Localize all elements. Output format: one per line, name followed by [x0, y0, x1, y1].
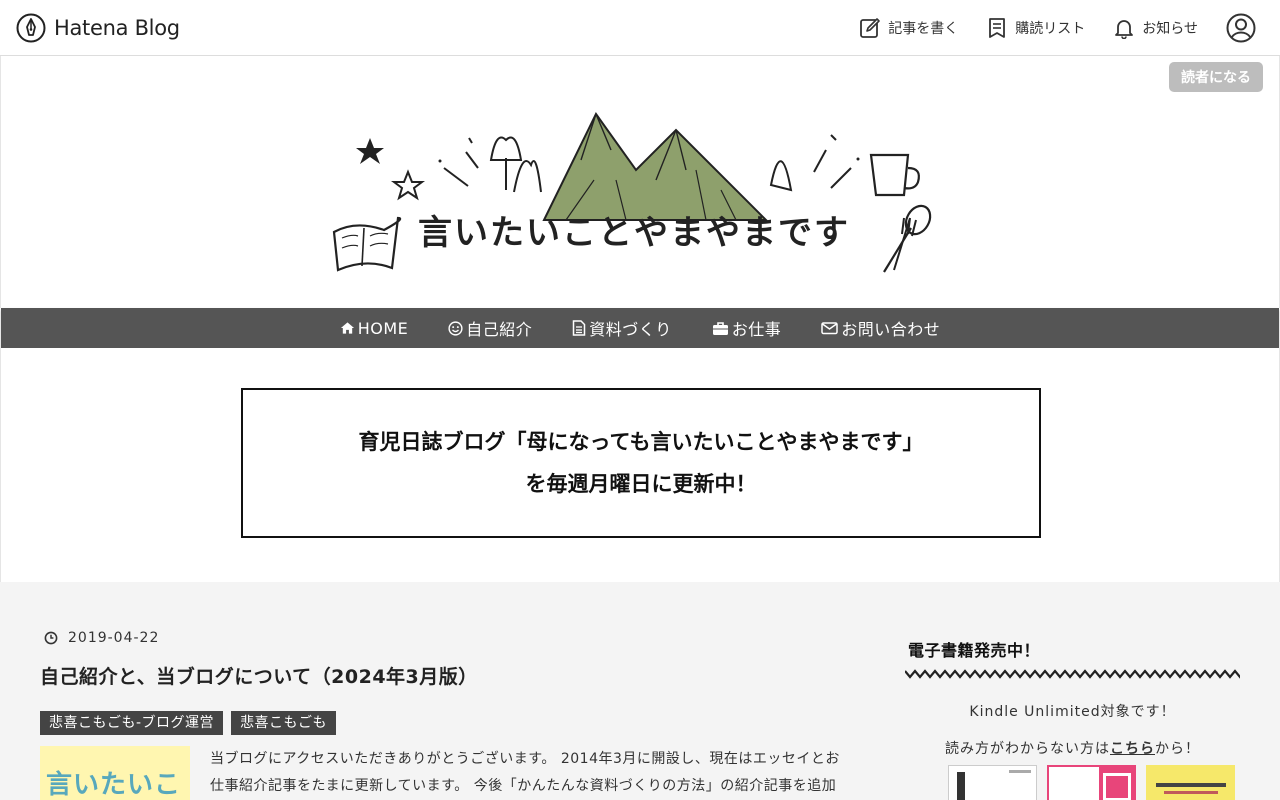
reading-list-icon — [989, 18, 1006, 38]
mug-icon — [869, 153, 910, 197]
clock-icon — [44, 631, 58, 645]
nav-contact-label: お問い合わせ — [841, 320, 941, 339]
nav-contact[interactable]: お問い合わせ — [821, 316, 940, 340]
book-cover-3[interactable] — [1146, 765, 1235, 800]
notice-box: 育児日誌ブログ「母になっても言いたいことやまやまです」 を毎週月曜日に更新中！ — [241, 388, 1041, 538]
briefcase-icon — [712, 321, 728, 335]
sidebar-title: 電子書籍発売中！ — [908, 641, 1041, 660]
how-to-read-prefix: 読み方がわからない方は — [945, 741, 1110, 757]
nav-work-label: お仕事 — [731, 320, 782, 339]
book-icon — [332, 216, 402, 272]
sidebar: 電子書籍発売中！ Kindle Unlimited対象です！ 読み方がわからない… — [905, 637, 1240, 800]
how-to-read-suffix: から！ — [1155, 741, 1200, 757]
post-title[interactable]: 自己紹介と、当ブログについて（2024年3月版） — [40, 662, 478, 689]
post-date-text: 2019-04-22 — [68, 630, 160, 646]
how-to-read-text: 読み方がわからない方はこちらから！ — [905, 738, 1240, 758]
smile-icon — [448, 320, 463, 336]
main-nav: HOME 自己紹介 資料づくり お仕事 お問い合わせ — [1, 308, 1279, 348]
book-cover-1[interactable] — [948, 765, 1037, 800]
category-tag[interactable]: 悲喜こもごも-ブログ運営 — [40, 711, 224, 735]
bell-icon — [1115, 20, 1134, 39]
nav-about-label: 自己紹介 — [466, 320, 533, 339]
post-excerpt: 当ブログにアクセスいただきありがとうございます。 2014年3月に開設し、現在は… — [210, 751, 840, 794]
book-cover-2[interactable] — [1047, 765, 1136, 800]
write-article-link[interactable]: 記事を書く — [859, 17, 958, 39]
book-list — [948, 765, 1245, 800]
star-icon — [356, 138, 384, 164]
notice-section: 育児日誌ブログ「母になっても言いたいことやまやまです」 を毎週月曜日に更新中！ — [0, 348, 1280, 582]
how-to-read-link[interactable]: こちら — [1110, 741, 1155, 757]
reading-list-label: 購読リスト — [1015, 21, 1086, 37]
reading-list-link[interactable]: 購読リスト — [986, 17, 1085, 39]
brand-name: Hatena Blog — [54, 16, 180, 40]
blog-logo-illustration[interactable]: 言いたいことやまやまです — [326, 110, 941, 334]
notice-line-2: を毎週月曜日に更新中！ — [525, 472, 757, 496]
hatena-pen-logo-icon — [16, 13, 46, 43]
post-thumbnail[interactable]: 言いたいこと — [40, 746, 190, 800]
nav-documents[interactable]: 資料づくり — [572, 316, 672, 340]
zigzag-divider — [905, 669, 1240, 679]
home-icon — [340, 322, 354, 334]
nav-about[interactable]: 自己紹介 — [448, 316, 532, 340]
subscribe-button[interactable]: 読者になる — [1169, 62, 1263, 92]
nav-home[interactable]: HOME — [340, 319, 409, 338]
notifications-link[interactable]: お知らせ — [1113, 17, 1198, 39]
star-outline-icon — [391, 169, 425, 201]
category-tag[interactable]: 悲喜こもごも — [231, 711, 337, 735]
nav-work[interactable]: お仕事 — [712, 316, 782, 340]
notice-line-1: 育児日誌ブログ「母になっても言いたいことやまやまです」 — [358, 430, 924, 454]
document-icon — [573, 320, 586, 336]
spoon-icon — [883, 227, 912, 273]
logo-text: 言いたいことやまやまです — [418, 213, 850, 253]
nav-documents-label: 資料づくり — [589, 320, 672, 339]
hatena-blog-brand[interactable]: Hatena Blog — [16, 13, 180, 43]
edit-icon — [860, 18, 881, 38]
thumbnail-text: 言いたいこと — [46, 770, 182, 800]
write-article-label: 記事を書く — [888, 21, 959, 37]
mail-icon — [821, 322, 839, 335]
top-bar: Hatena Blog 記事を書く 購読リスト お知らせ — [0, 0, 1280, 56]
top-nav: 記事を書く 購読リスト お知らせ — [859, 0, 1280, 56]
kindle-unlimited-text: Kindle Unlimited対象です！ — [969, 704, 1176, 720]
user-icon[interactable] — [1226, 13, 1256, 43]
post-date: 2019-04-22 — [44, 630, 159, 646]
nav-home-label: HOME — [357, 318, 409, 338]
post-categories: 悲喜こもごも-ブログ運営 悲喜こもごも — [40, 711, 344, 735]
notifications-label: お知らせ — [1142, 21, 1198, 37]
main-content: 2019-04-22 自己紹介と、当ブログについて（2024年3月版） 悲喜こも… — [0, 582, 1280, 800]
blog-header: 読者になる 言いたいことやまやまです — [0, 56, 1280, 308]
